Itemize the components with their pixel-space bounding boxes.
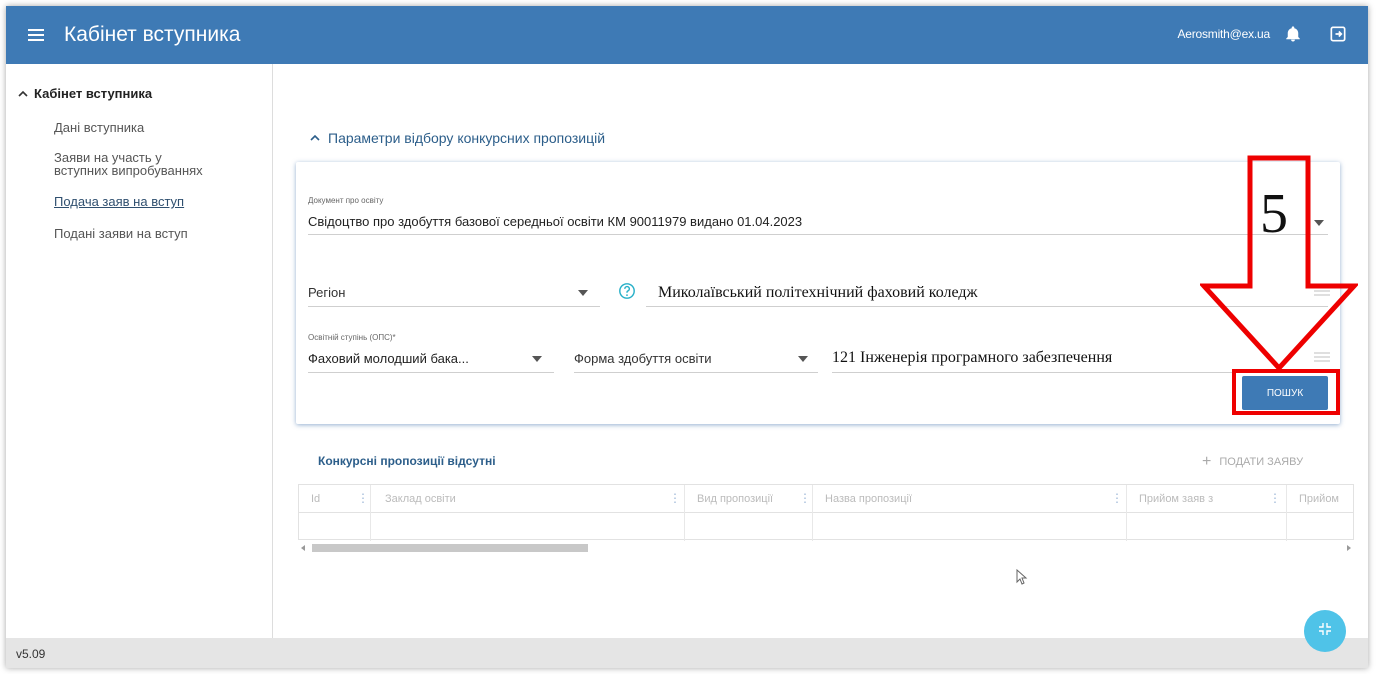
column-id[interactable]: Id ⋮ [299,485,371,541]
sidebar: Кабінет вступника Дані вступника Заяви н… [6,64,273,638]
column-institution[interactable]: Заклад освіти ⋮ [371,485,685,541]
sidebar-item-submitted-applications[interactable]: Подані заяви на вступ [54,227,188,240]
results-title: Конкурсні пропозиції відсутні [318,454,496,468]
chevron-down-icon[interactable] [532,356,542,362]
list-icon[interactable] [1314,352,1330,362]
app-window: Кабінет вступника Aerosmith@ex.ua Кабіне… [6,6,1368,668]
column-accept-to[interactable]: Прийом [1287,485,1353,541]
sidebar-section-label: Кабінет вступника [34,86,153,101]
column-header: Прийом заяв з [1139,493,1214,505]
column-menu-icon[interactable]: ⋮ [1269,491,1281,505]
column-menu-icon[interactable]: ⋮ [669,491,681,505]
help-icon[interactable] [618,282,636,300]
column-menu-icon[interactable]: ⋮ [799,491,811,505]
chevron-up-icon [310,134,320,141]
list-icon[interactable] [1314,286,1330,296]
study-form-select[interactable]: Форма здобуття освіти [574,351,712,366]
scroll-right-icon[interactable] [1346,545,1352,551]
app-title: Кабінет вступника [64,23,241,46]
region-underline [308,306,600,307]
horizontal-scrollbar[interactable] [298,542,1354,554]
results-grid: Id ⋮ Заклад освіти ⋮ Вид пропозиції ⋮ На… [298,484,1354,541]
step-number: 5 [1260,183,1288,245]
sidebar-item-applicant-data[interactable]: Дані вступника [54,121,144,134]
specialty-value[interactable]: 121 Інженерія програмного забезпечення [832,349,1112,367]
footer-bar: v5.09 [6,638,1368,668]
menu-icon[interactable] [28,29,44,41]
institution-underline [646,306,1328,307]
column-menu-icon[interactable]: ⋮ [1111,491,1123,505]
study-form-underline [574,372,818,373]
expand-icon [1319,623,1331,635]
submit-application-label: ПОДАТИ ЗАЯВУ [1219,456,1304,468]
column-header: Заклад освіти [385,493,456,505]
sidebar-item-exam-applications-line2[interactable]: вступних випробуваннях [54,164,203,177]
search-button[interactable]: ПОШУК [1242,376,1328,410]
chevron-down-icon[interactable] [1314,220,1324,226]
column-header: Прийом [1299,493,1339,505]
submit-application-button[interactable]: + ПОДАТИ ЗАЯВУ [1202,453,1303,471]
sidebar-item-submit-application[interactable]: Подача заяв на вступ [54,195,184,208]
floating-action-button[interactable] [1304,610,1346,652]
chevron-down-icon[interactable] [798,356,808,362]
chevron-up-icon [18,90,28,97]
specialty-underline [832,372,1328,373]
column-header: Id [311,493,321,505]
plus-icon: + [1202,453,1212,470]
sidebar-section-header[interactable]: Кабінет вступника [18,86,152,101]
document-underline [308,234,1328,235]
column-offer-type[interactable]: Вид пропозиції ⋮ [685,485,813,541]
column-header: Вид пропозиції [697,493,774,505]
column-header: Назва пропозиції [825,493,913,505]
degree-underline [308,372,554,373]
region-select[interactable]: Регіон [308,285,345,300]
filters-card: Документ про освіту Свідоцтво про здобут… [296,162,1340,424]
scroll-left-icon[interactable] [300,545,306,551]
degree-select[interactable]: Фаховий молодший бака... [308,351,469,366]
degree-label: Освітній ступінь (ОПС)* [308,333,396,342]
scrollbar-thumb[interactable] [312,544,588,552]
column-menu-icon[interactable]: ⋮ [357,491,369,505]
top-app-bar: Кабінет вступника Aerosmith@ex.ua [6,6,1368,64]
chevron-down-icon[interactable] [578,290,588,296]
user-email[interactable]: Aerosmith@ex.ua [1177,27,1270,41]
document-select[interactable]: Свідоцтво про здобуття базової середньої… [308,214,802,229]
document-label: Документ про освіту [308,196,384,205]
column-offer-name[interactable]: Назва пропозиції ⋮ [813,485,1127,541]
filters-section-header[interactable]: Параметри відбору конкурсних пропозицій [310,130,605,146]
bell-icon[interactable] [1284,25,1302,43]
version-label: v5.09 [16,647,46,661]
logout-icon[interactable] [1328,24,1348,44]
mouse-cursor-icon [1016,569,1028,585]
column-accept-from[interactable]: Прийом заяв з ⋮ [1127,485,1287,541]
filters-section-title: Параметри відбору конкурсних пропозицій [328,130,606,146]
institution-value[interactable]: Миколаївський політехнічний фаховий коле… [658,284,978,302]
